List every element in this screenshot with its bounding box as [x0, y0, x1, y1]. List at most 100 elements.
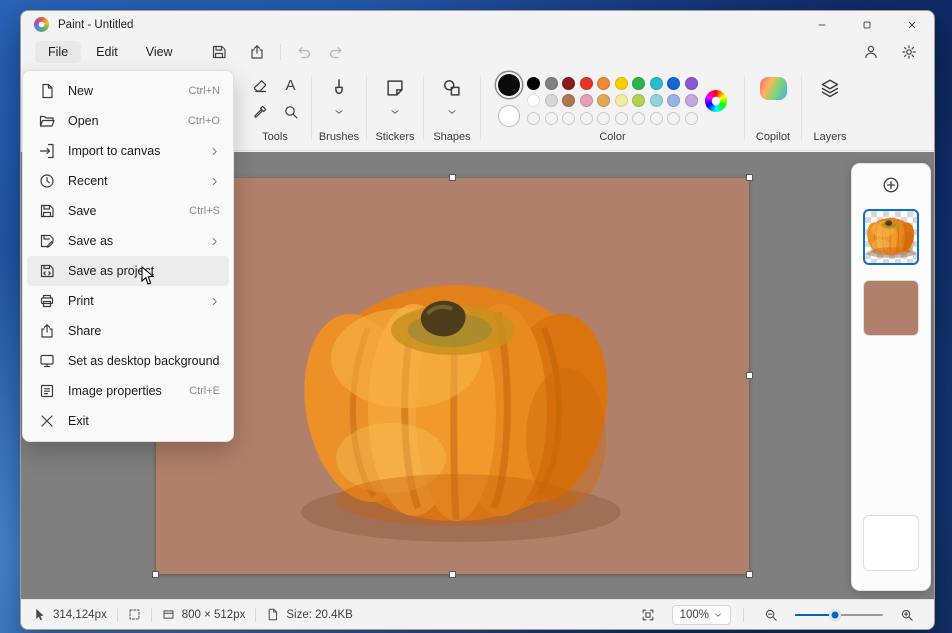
resize-handle-bottom[interactable] [449, 571, 456, 578]
maximize-button[interactable] [844, 11, 889, 38]
palette-color-000000[interactable] [527, 77, 540, 90]
file-menu-item-image-properties[interactable]: Image propertiesCtrl+E [27, 376, 229, 406]
chevron-down-icon [713, 610, 723, 620]
file-menu-item-share[interactable]: Share [27, 316, 229, 346]
canvas[interactable] [156, 178, 749, 574]
file-menu-item-save-as-project[interactable]: Save as project [27, 256, 229, 286]
share-button[interactable] [242, 40, 272, 64]
close-button[interactable] [889, 11, 934, 38]
resize-handle-top[interactable] [449, 174, 456, 181]
palette-color-e3a857[interactable] [597, 94, 610, 107]
color-1-swatch[interactable] [498, 74, 520, 96]
background-layer-thumbnail[interactable] [863, 515, 919, 571]
file-menu-item-set-as-desktop-background[interactable]: Set as desktop background [27, 346, 229, 376]
text-tool-button[interactable]: A [277, 74, 305, 98]
palette-color-d6d6d6[interactable] [545, 94, 558, 107]
resize-handle-bottom-right[interactable] [746, 571, 753, 578]
chevron-down-icon[interactable] [389, 106, 401, 118]
settings-button[interactable] [894, 40, 924, 64]
menu-view[interactable]: View [133, 41, 186, 63]
resize-handle-right[interactable] [746, 372, 753, 379]
chevron-right-icon [209, 236, 220, 247]
file-menu-item-save-as[interactable]: Save as [27, 226, 229, 256]
copilot-button[interactable] [757, 73, 789, 103]
palette-color-e8a1b4[interactable] [580, 94, 593, 107]
undo-button[interactable] [289, 40, 319, 64]
shapes-button[interactable] [436, 73, 468, 103]
custom-color-slot-8[interactable] [667, 112, 680, 125]
eraser-tool-button[interactable] [246, 74, 274, 98]
palette-color-c0a8e0[interactable] [685, 94, 698, 107]
zoom-slider[interactable] [795, 608, 883, 622]
minimize-button[interactable] [799, 11, 844, 38]
ribbon-group-layers[interactable]: Layers [802, 66, 858, 150]
file-menu-item-open[interactable]: OpenCtrl+O [27, 106, 229, 136]
ribbon-group-brushes[interactable]: Brushes [312, 66, 366, 150]
zoom-slider-knob[interactable] [829, 609, 841, 621]
palette-color-ffffff[interactable] [527, 94, 540, 107]
add-layer-button[interactable] [879, 174, 903, 198]
chevron-down-icon[interactable] [446, 106, 458, 118]
custom-color-slot-4[interactable] [597, 112, 610, 125]
file-menu-item-import-to-canvas[interactable]: Import to canvas [27, 136, 229, 166]
layer-thumbnail-background-color[interactable] [863, 280, 919, 336]
custom-color-slot-1[interactable] [545, 112, 558, 125]
custom-color-slot-0[interactable] [527, 112, 540, 125]
redo-button[interactable] [321, 40, 351, 64]
palette-color-98b4e4[interactable] [667, 94, 680, 107]
ribbon-group-copilot[interactable]: Copilot [745, 66, 801, 150]
chevron-down-icon[interactable] [333, 106, 345, 118]
palette-color-b3d250[interactable] [632, 94, 645, 107]
file-menu-item-exit[interactable]: Exit [27, 406, 229, 436]
magnifier-tool-button[interactable] [277, 100, 305, 124]
ribbon-group-stickers[interactable]: Stickers [367, 66, 423, 150]
color-2-swatch[interactable] [498, 105, 520, 127]
palette-color-f7d000[interactable] [615, 77, 628, 90]
zoom-level-text: 100% [680, 609, 709, 621]
resize-handle-bottom-left[interactable] [152, 571, 159, 578]
share-icon [249, 44, 265, 60]
custom-color-slot-7[interactable] [650, 112, 663, 125]
zoom-out-button[interactable] [756, 603, 786, 627]
palette-color-808080[interactable] [545, 77, 558, 90]
custom-color-slot-5[interactable] [615, 112, 628, 125]
menu-edit[interactable]: Edit [83, 41, 131, 63]
custom-color-slot-3[interactable] [580, 112, 593, 125]
stickers-button[interactable] [379, 73, 411, 103]
edit-colors-button[interactable] [705, 90, 727, 112]
custom-color-slot-9[interactable] [685, 112, 698, 125]
palette-color-ef8733[interactable] [597, 77, 610, 90]
brushes-button[interactable] [323, 73, 355, 103]
save-button[interactable] [204, 40, 234, 64]
palette-color-1566d6[interactable] [667, 77, 680, 90]
palette-color-8a57d1[interactable] [685, 77, 698, 90]
chevron-right-icon [209, 146, 220, 157]
zoom-dropdown[interactable]: 100% [672, 605, 731, 625]
file-menu-item-recent[interactable]: Recent [27, 166, 229, 196]
palette-color-f2eca0[interactable] [615, 94, 628, 107]
file-menu-item-save[interactable]: SaveCtrl+S [27, 196, 229, 226]
resize-handle-top-right[interactable] [746, 174, 753, 181]
print-icon [39, 293, 55, 309]
menu-file[interactable]: File [35, 41, 81, 63]
layers-button[interactable] [814, 73, 846, 103]
file-size-icon [266, 608, 279, 621]
color-picker-tool-button[interactable] [246, 100, 274, 124]
recent-icon [39, 173, 55, 189]
palette-color-e5352b[interactable] [580, 77, 593, 90]
custom-color-slot-2[interactable] [562, 112, 575, 125]
account-button[interactable] [856, 40, 886, 64]
palette-color-b0754a[interactable] [562, 94, 575, 107]
custom-color-slot-6[interactable] [632, 112, 645, 125]
fit-to-screen-button[interactable] [633, 603, 663, 627]
ribbon-group-shapes[interactable]: Shapes [424, 66, 480, 150]
file-menu-item-new[interactable]: NewCtrl+N [27, 76, 229, 106]
layer-thumbnail-pumpkin[interactable] [863, 209, 919, 265]
import-icon [39, 143, 55, 159]
palette-color-2bbcc9[interactable] [650, 77, 663, 90]
file-menu-item-print[interactable]: Print [27, 286, 229, 316]
palette-color-2db34a[interactable] [632, 77, 645, 90]
palette-color-8b1a1a[interactable] [562, 77, 575, 90]
zoom-in-button[interactable] [892, 603, 922, 627]
palette-color-8fd4da[interactable] [650, 94, 663, 107]
